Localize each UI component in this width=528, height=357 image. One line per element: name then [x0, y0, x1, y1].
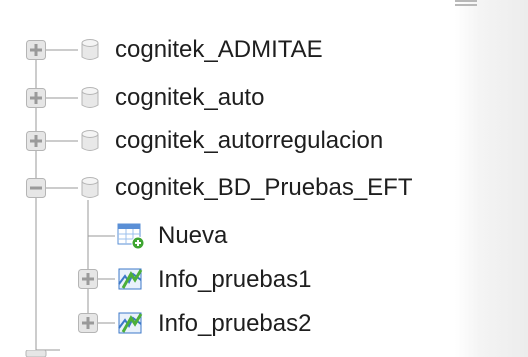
tree-item-cognitek-admitae[interactable]: cognitek_ADMITAE — [115, 35, 323, 65]
database-label: cognitek_autorregulacion — [115, 127, 384, 154]
database-icon — [81, 87, 99, 108]
expand-toggle-info-pruebas1[interactable] — [78, 269, 98, 289]
view-icon — [118, 312, 143, 334]
database-icon — [81, 130, 99, 151]
database-label: cognitek_ADMITAE — [115, 36, 323, 63]
collapse-toggle-cognitek-bd-pruebas-eft[interactable] — [26, 178, 46, 198]
database-icon — [81, 177, 99, 198]
partial-icon-top — [455, 0, 477, 6]
tree-item-cognitek-bd-pruebas-eft[interactable]: cognitek_BD_Pruebas_EFT — [115, 173, 413, 203]
new-table-icon — [117, 223, 145, 250]
minus-icon — [26, 178, 46, 198]
plus-icon — [78, 313, 98, 333]
expand-toggle-cognitek-auto[interactable] — [26, 88, 46, 108]
plus-icon — [78, 269, 98, 289]
plus-icon — [26, 40, 46, 60]
tree-item-info-pruebas1[interactable]: Info_pruebas1 — [158, 265, 311, 295]
expand-toggle-info-pruebas2[interactable] — [78, 313, 98, 333]
navigation-tree-panel: cognitek_ADMITAE cognitek_auto cognitek_… — [0, 0, 528, 357]
tree-item-info-pruebas2[interactable]: Info_pruebas2 — [158, 309, 311, 339]
database-icon — [81, 39, 99, 60]
new-table-label: Nueva — [158, 222, 228, 249]
tree-item-cognitek-autorregulacion[interactable]: cognitek_autorregulacion — [115, 126, 383, 156]
view-icon — [118, 268, 143, 290]
partial-next-row — [25, 350, 47, 357]
database-label: cognitek_BD_Pruebas_EFT — [115, 174, 413, 201]
database-label: cognitek_auto — [115, 84, 265, 111]
expand-toggle-cognitek-admitae[interactable] — [26, 40, 46, 60]
view-label: Info_pruebas2 — [158, 310, 312, 337]
view-label: Info_pruebas1 — [158, 266, 312, 293]
plus-icon — [26, 88, 46, 108]
plus-icon — [26, 131, 46, 151]
tree-item-cognitek-auto[interactable]: cognitek_auto — [115, 83, 264, 113]
expand-toggle-cognitek-autorregulacion[interactable] — [26, 131, 46, 151]
tree-item-nueva[interactable]: Nueva — [158, 221, 227, 251]
